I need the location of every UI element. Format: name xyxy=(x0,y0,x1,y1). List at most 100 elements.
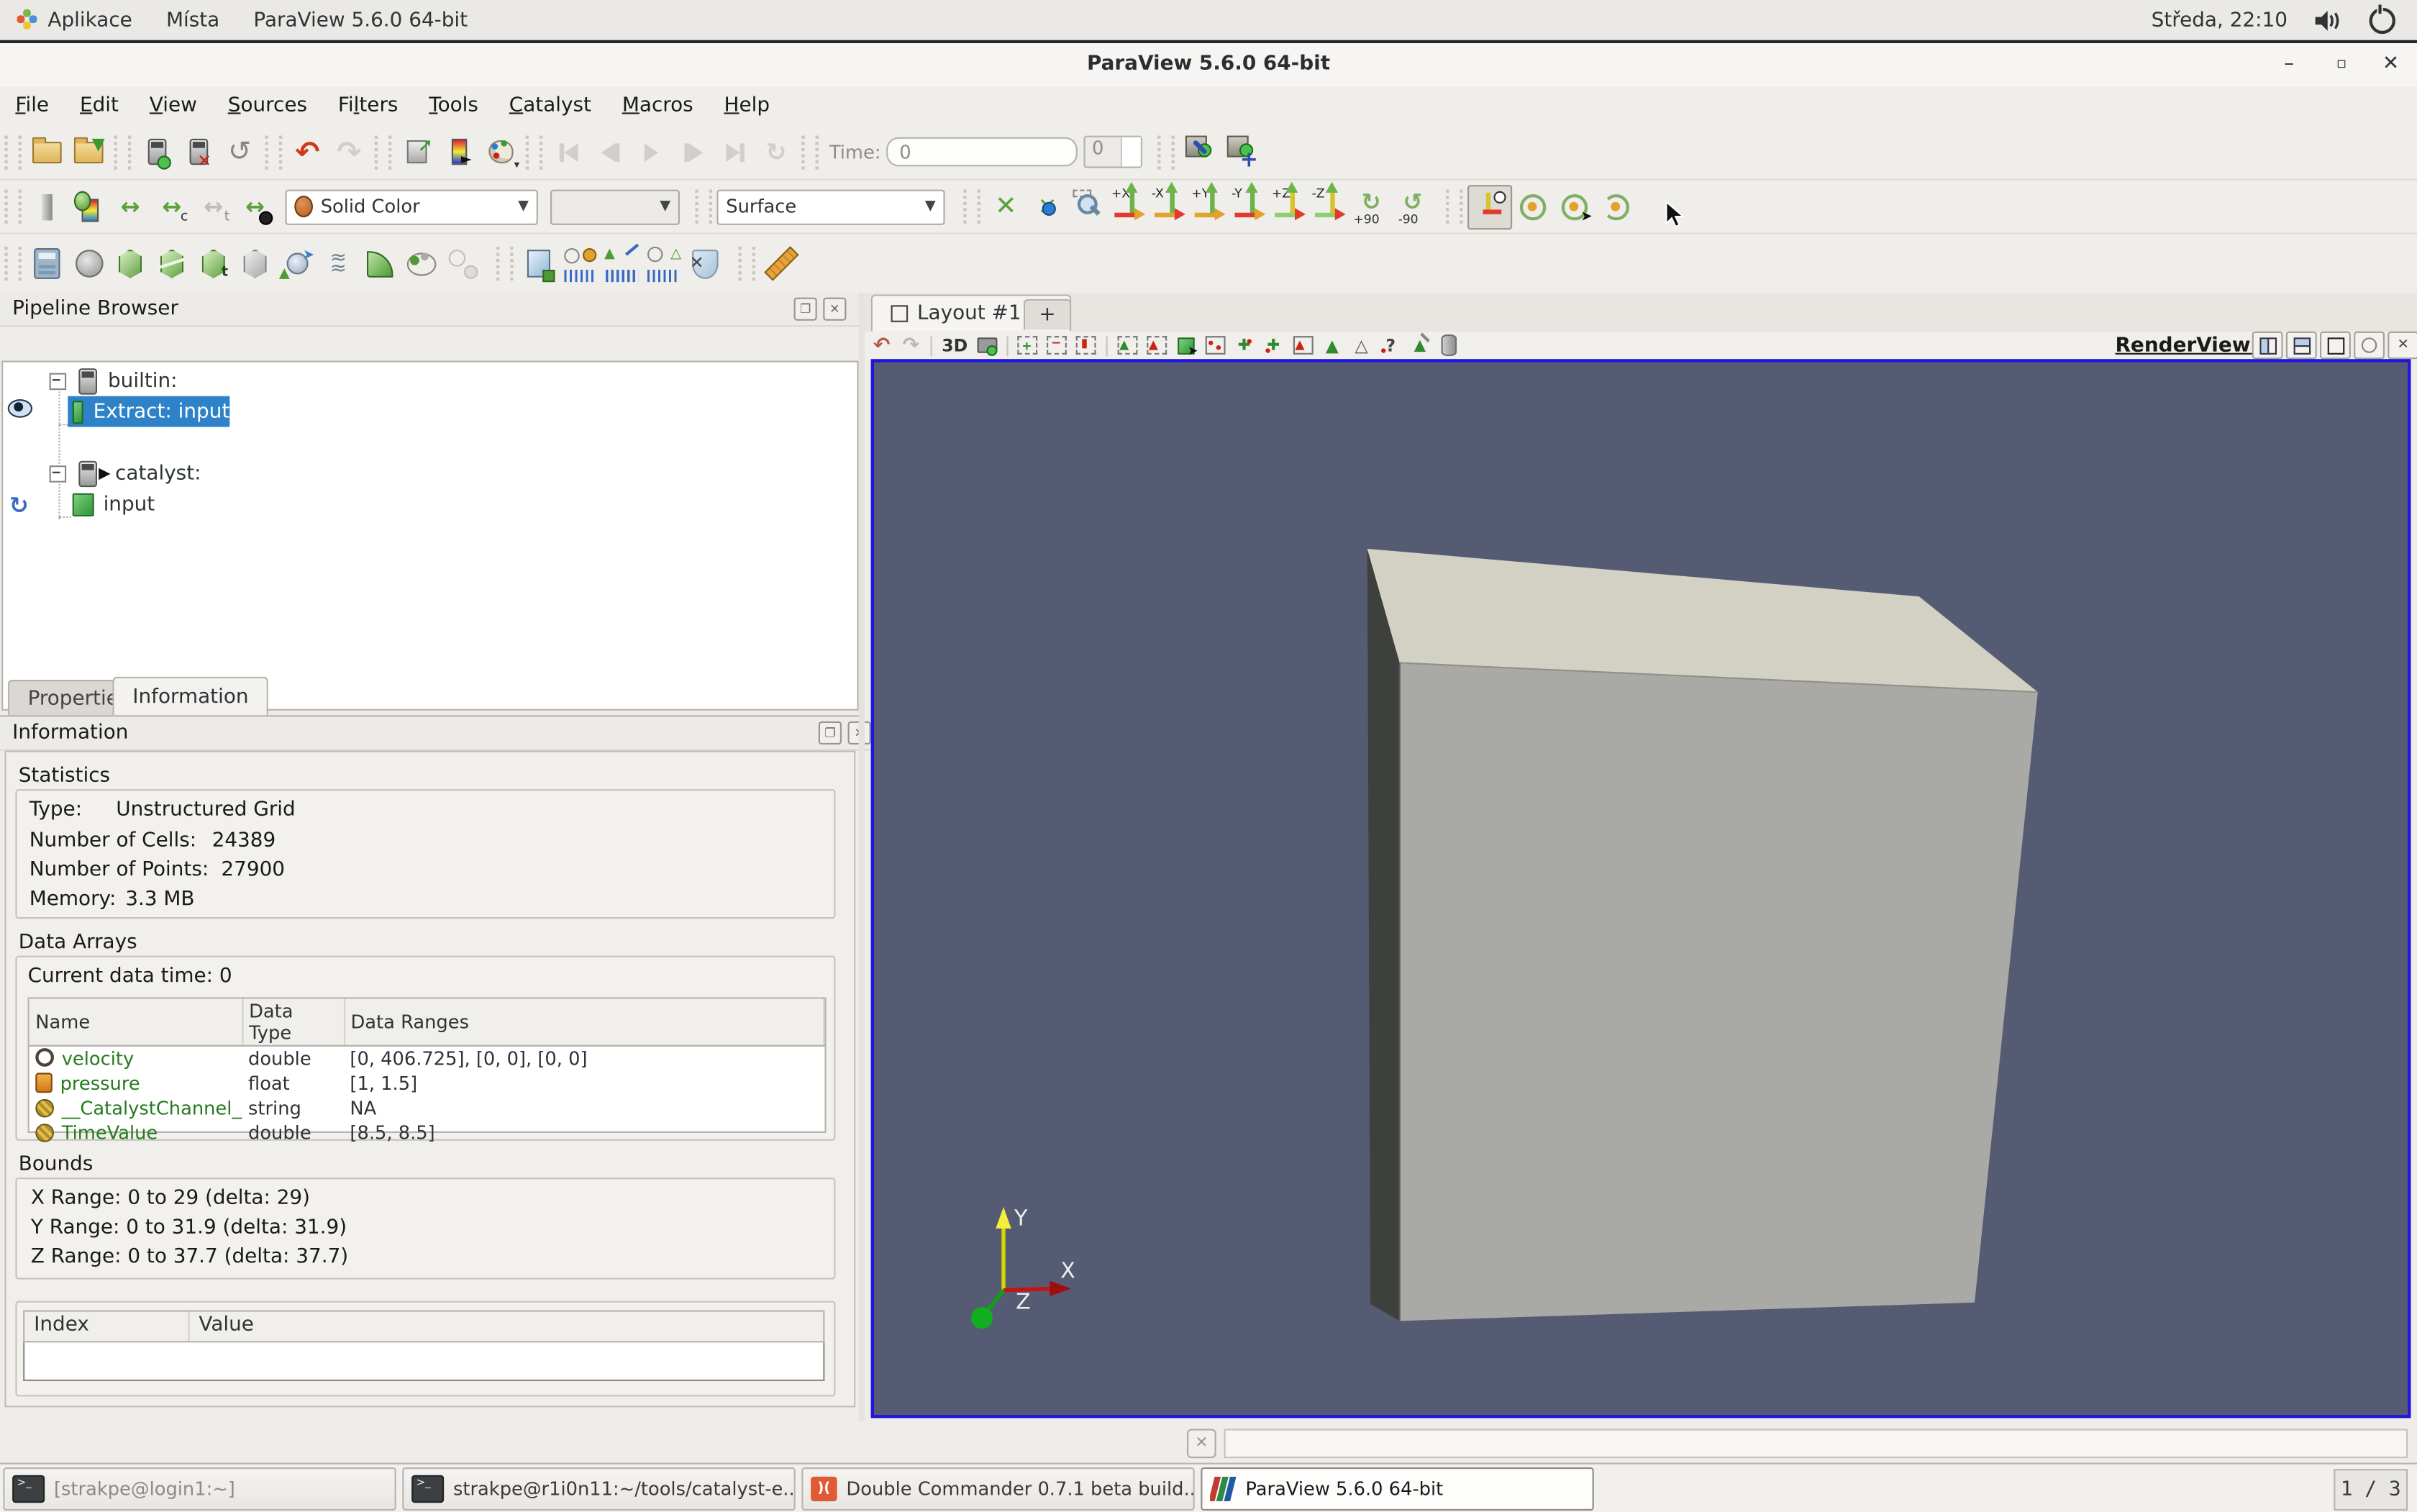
select-points-rect-button[interactable]: − xyxy=(1044,334,1069,357)
menu-catalyst[interactable]: Catalyst xyxy=(493,89,606,122)
edit-color-map-button[interactable] xyxy=(68,186,109,227)
places-menu[interactable]: Místa xyxy=(149,0,236,40)
previous-frame-button[interactable] xyxy=(589,131,631,173)
camera-minus-x-button[interactable]: -X xyxy=(1150,186,1191,227)
time-index-spinner[interactable]: 0 xyxy=(1084,136,1142,168)
pipeline-node-builtin[interactable]: builtin: xyxy=(50,365,851,396)
menu-edit[interactable]: Edit xyxy=(65,89,135,122)
loop-button[interactable]: ↻ xyxy=(755,131,797,173)
split-vertical-button[interactable] xyxy=(2286,332,2317,360)
slice-filter-button[interactable] xyxy=(151,243,193,285)
plot-selection-over-time-button[interactable]: ▲ xyxy=(601,243,643,285)
value-table-empty-row[interactable] xyxy=(23,1342,824,1381)
color-palette-button[interactable]: ▾ xyxy=(479,131,521,173)
group-datasets-filter-button[interactable] xyxy=(401,243,442,285)
select-cells-polygon-button[interactable] xyxy=(1074,334,1098,357)
last-frame-button[interactable] xyxy=(714,131,755,173)
catalyst-set-breakpoint-button[interactable]: + xyxy=(1221,131,1263,173)
rescale-to-custom-range-button[interactable]: ↔c xyxy=(151,186,193,227)
measure-ruler-button[interactable] xyxy=(760,243,801,285)
new-layout-tab[interactable]: + xyxy=(1024,299,1071,330)
rotate-90-ccw-button[interactable]: ↺-90 xyxy=(1392,186,1434,227)
interactive-select-cells-button[interactable] xyxy=(1203,334,1227,357)
array-row[interactable]: pressure float [1, 1.5] xyxy=(29,1071,824,1096)
hover-points-button[interactable]: △ xyxy=(1349,334,1373,357)
select-cells-rect-button[interactable]: + xyxy=(1016,334,1040,357)
adjust-camera-button[interactable] xyxy=(975,334,999,357)
next-frame-button[interactable] xyxy=(672,131,714,173)
rescale-over-time-button[interactable]: ↔t xyxy=(193,186,235,227)
catalyst-connect-button[interactable] xyxy=(1180,131,1221,173)
workspace-pager[interactable]: 1 / 3 xyxy=(2334,1469,2408,1511)
clock[interactable]: Středa, 22:10 xyxy=(2152,9,2288,32)
select-cells-through-button[interactable]: ▲ xyxy=(1115,334,1139,357)
pick-center-button[interactable]: ➤ xyxy=(1554,186,1596,227)
glyph-filter-button[interactable]: ➤▲ xyxy=(276,243,318,285)
detach-view-button[interactable] xyxy=(2354,332,2385,360)
contour-filter-button[interactable] xyxy=(68,243,109,285)
taskbar-window-paraview[interactable]: ParaView 5.6.0 64-bit xyxy=(1201,1467,1593,1510)
color-by-combo[interactable]: Solid Color ▼ xyxy=(285,189,537,224)
camera-minus-y-button[interactable]: -Y xyxy=(1230,186,1270,227)
collapse-icon[interactable] xyxy=(50,373,67,390)
reset-center-button[interactable] xyxy=(1596,186,1637,227)
probe-location-button[interactable]: △ xyxy=(643,243,685,285)
volume-icon[interactable] xyxy=(2316,10,2341,30)
tab-information[interactable]: Information xyxy=(112,677,268,716)
plot-over-line-button[interactable] xyxy=(560,243,601,285)
taskbar-window-terminal2[interactable]: >_ strakpe@r1i0n11:~/tools/catalyst-e... xyxy=(402,1467,795,1510)
menu-view[interactable]: View xyxy=(134,89,212,122)
open-file-button[interactable] xyxy=(26,131,68,173)
array-row[interactable]: velocity double [0, 406.725], [0, 0], [0… xyxy=(29,1046,824,1071)
color-map-editor-button[interactable]: ► xyxy=(438,131,480,173)
menu-tools[interactable]: Tools xyxy=(414,89,493,122)
camera-plus-x-button[interactable]: +X xyxy=(1110,186,1150,227)
render-view-title[interactable]: RenderView1 xyxy=(2115,334,2264,357)
tooltip-select-button[interactable]: ? xyxy=(1378,334,1403,357)
reset-session-button[interactable]: ↺ xyxy=(219,131,260,173)
save-data-button[interactable]: ▼ xyxy=(68,131,109,173)
rescale-to-visible-range-button[interactable]: ↔ xyxy=(235,186,276,227)
stream-tracer-filter-button[interactable]: ≈≈ xyxy=(317,243,359,285)
menu-filters[interactable]: Filters xyxy=(322,89,413,122)
representation-combo[interactable]: Surface ▼ xyxy=(716,189,945,224)
visibility-eye-icon[interactable] xyxy=(8,399,32,418)
camera-minus-z-button[interactable]: -Z xyxy=(1310,186,1350,227)
applications-menu[interactable]: Aplikace xyxy=(0,0,149,40)
live-source-icon[interactable]: ↻ xyxy=(9,492,29,520)
active-app-menu[interactable]: ParaView 5.6.0 64-bit xyxy=(237,0,485,40)
play-button[interactable] xyxy=(630,131,672,173)
zoom-to-data-button[interactable]: ✕ xyxy=(1027,186,1068,227)
power-icon[interactable] xyxy=(2370,7,2395,33)
menu-help[interactable]: Help xyxy=(709,89,785,122)
information-float-button[interactable]: ❐ xyxy=(819,721,842,744)
warp-by-vector-filter-button[interactable] xyxy=(359,243,401,285)
annotation-edit-button[interactable]: ▲ xyxy=(1408,334,1432,357)
close-view-button[interactable]: ✕ xyxy=(2388,332,2417,360)
pipeline-node-extract-input[interactable]: Extract: input xyxy=(68,396,229,427)
pipeline-node-catalyst[interactable]: ▶ catalyst: xyxy=(50,457,851,488)
select-points-through-button[interactable]: ▲ xyxy=(1144,334,1168,357)
pipeline-node-input[interactable]: input xyxy=(73,488,843,519)
menu-file[interactable]: File xyxy=(0,89,65,122)
extract-selection-button[interactable] xyxy=(518,243,560,285)
col-index[interactable]: Index xyxy=(24,1312,189,1342)
histogram-button[interactable]: ✕ xyxy=(684,243,726,285)
disconnect-server-button[interactable]: ✕ xyxy=(177,131,219,173)
maximize-button[interactable]: ▫ xyxy=(2321,51,2362,79)
interaction-mode-3d-button[interactable]: 3D xyxy=(939,334,970,357)
col-name[interactable]: Name xyxy=(29,999,242,1046)
taskbar-window-double-commander[interactable]: )( Double Commander 0.7.1 beta build... xyxy=(801,1467,1194,1510)
show-center-button[interactable] xyxy=(1512,186,1554,227)
abort-progress-button[interactable]: ✕ xyxy=(1187,1429,1216,1458)
calculator-filter-button[interactable] xyxy=(26,243,68,285)
color-legend-toggle-button[interactable] xyxy=(26,186,68,227)
threshold-filter-button[interactable]: t xyxy=(193,243,235,285)
menu-sources[interactable]: Sources xyxy=(212,89,322,122)
menu-macros[interactable]: Macros xyxy=(606,89,709,122)
grow-selection-button[interactable]: ✚ xyxy=(1261,334,1285,357)
collapse-icon[interactable] xyxy=(50,465,67,482)
pipeline-float-button[interactable]: ❐ xyxy=(794,298,817,321)
hover-cells-button[interactable]: ▲ xyxy=(1320,334,1344,357)
panel-splitter[interactable] xyxy=(859,293,865,1421)
